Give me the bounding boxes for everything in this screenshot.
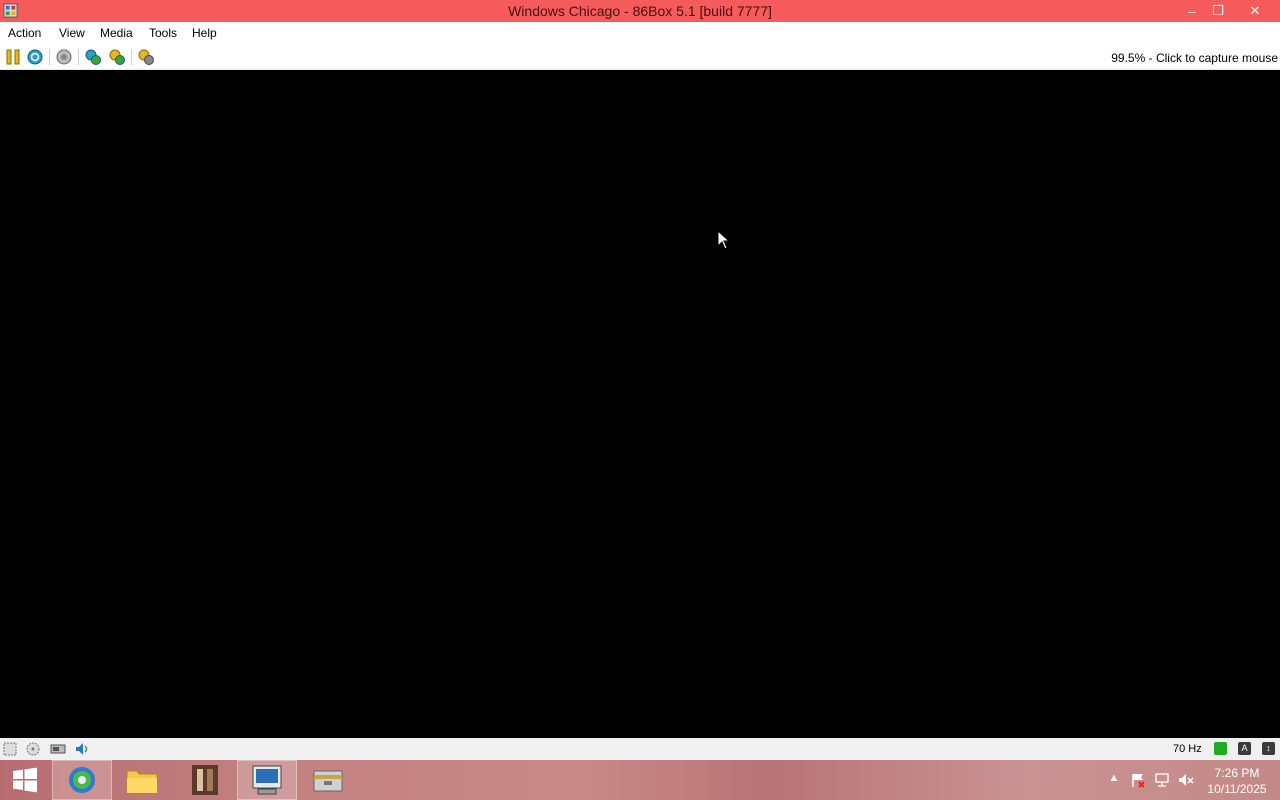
restore-button[interactable]: ❐ xyxy=(1203,0,1233,22)
reset-icon[interactable] xyxy=(26,48,44,66)
start-button[interactable] xyxy=(0,760,50,800)
clock-date: 10/11/2025 xyxy=(1207,782,1267,796)
menu-action[interactable]: Action xyxy=(8,26,41,40)
menu-view[interactable]: View xyxy=(59,26,85,40)
menu-tools[interactable]: Tools xyxy=(149,26,177,40)
file-explorer-icon xyxy=(126,770,158,794)
cdrom-icon[interactable] xyxy=(25,741,41,757)
menu-media[interactable]: Media xyxy=(100,26,133,40)
sound-icon[interactable] xyxy=(74,741,90,757)
archive-icon xyxy=(313,770,343,792)
close-button[interactable]: ✕ xyxy=(1240,0,1270,22)
capture-mouse-status[interactable]: 99.5% - Click to capture mouse xyxy=(1111,51,1278,65)
network-icon[interactable] xyxy=(1154,772,1170,788)
toolbar-separator xyxy=(131,49,132,65)
action-center-icon[interactable] xyxy=(1130,772,1146,788)
mouse-cursor-icon xyxy=(717,230,731,250)
app-icon xyxy=(192,765,218,795)
menu-bar: Action View Media Tools Help xyxy=(0,22,1280,44)
title-bar: Windows Chicago - 86Box 5.1 [build 7777]… xyxy=(0,0,1280,22)
browser-icon xyxy=(69,767,95,793)
scroll-lock-indicator: ↕ xyxy=(1262,742,1275,755)
num-lock-indicator xyxy=(1214,742,1227,755)
hdd-icon[interactable] xyxy=(50,741,66,757)
86box-taskbar-item[interactable] xyxy=(237,760,297,800)
volume-muted-icon[interactable] xyxy=(1178,772,1194,788)
file-explorer-taskbar-item[interactable] xyxy=(112,760,172,800)
system-clock[interactable]: 7:26 PM 10/11/2025 xyxy=(1202,765,1272,797)
menu-help[interactable]: Help xyxy=(192,26,217,40)
window-title: Windows Chicago - 86Box 5.1 [build 7777] xyxy=(508,3,772,19)
toolbar-separator xyxy=(49,49,50,65)
app-taskbar-item[interactable] xyxy=(175,760,235,800)
status-bar: 70 Hz A ↕ xyxy=(0,738,1280,760)
archive-taskbar-item[interactable] xyxy=(298,760,358,800)
86box-icon xyxy=(252,765,282,795)
windows-logo-icon xyxy=(13,767,37,793)
show-hidden-icons-icon[interactable]: ▲ xyxy=(1106,772,1122,788)
ctrl-alt-esc-icon[interactable] xyxy=(108,48,126,66)
floppy-icon[interactable] xyxy=(2,741,18,757)
ctrl-alt-del-icon[interactable] xyxy=(55,48,73,66)
refresh-rate-label: 70 Hz xyxy=(1173,743,1202,755)
settings-icon[interactable] xyxy=(84,48,102,66)
hard-reset-icon[interactable] xyxy=(137,48,155,66)
clock-time: 7:26 PM xyxy=(1214,766,1260,780)
browser-taskbar-item[interactable] xyxy=(52,760,112,800)
taskbar: ▲ 7:26 PM 10/11/2025 xyxy=(0,760,1280,800)
toolbar: 99.5% - Click to capture mouse xyxy=(0,44,1280,70)
caps-lock-indicator: A xyxy=(1238,742,1251,755)
pause-icon[interactable] xyxy=(4,48,22,66)
toolbar-separator xyxy=(78,49,79,65)
emulator-screen[interactable] xyxy=(0,70,1280,738)
